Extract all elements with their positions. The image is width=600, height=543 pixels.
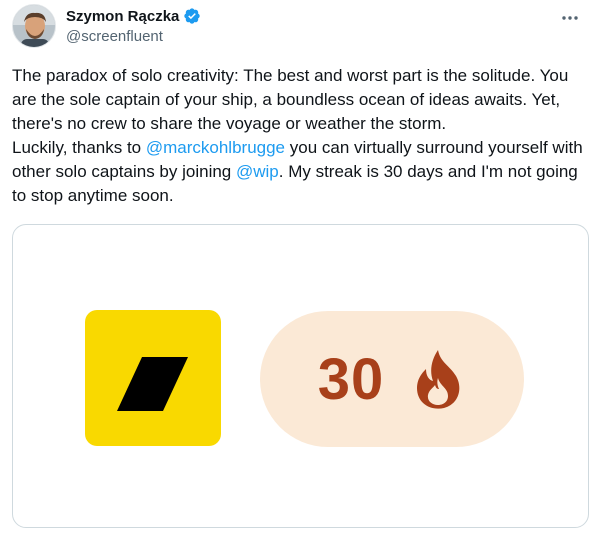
verified-badge-icon[interactable] [183,7,201,25]
more-options-icon [562,16,578,20]
more-options-button[interactable] [556,6,584,30]
display-name[interactable]: Szymon Rączka [66,8,179,25]
mention-link[interactable]: @wip [236,162,279,181]
streak-badge: 30 [260,311,524,447]
author-names: Szymon Rączka @screenfluent [66,6,201,45]
streak-count: 30 [317,346,385,412]
mention-link[interactable]: @marckohlbrugge [146,138,285,157]
handle[interactable]: @screenfluent [66,28,201,45]
tweet-header: Szymon Rączka @screenfluent [12,4,588,48]
wip-logo-icon [117,357,188,411]
media-card[interactable]: 30 [12,224,589,528]
tweet-text: The paradox of solo creativity: The best… [12,64,590,208]
wip-logo [85,310,221,446]
avatar-photo-icon [13,5,55,47]
tweet-text-part: Luckily, thanks to [12,138,146,157]
avatar[interactable] [12,4,56,48]
tweet-text-part: The paradox of solo creativity: The best… [12,66,569,133]
fire-icon [417,350,460,409]
